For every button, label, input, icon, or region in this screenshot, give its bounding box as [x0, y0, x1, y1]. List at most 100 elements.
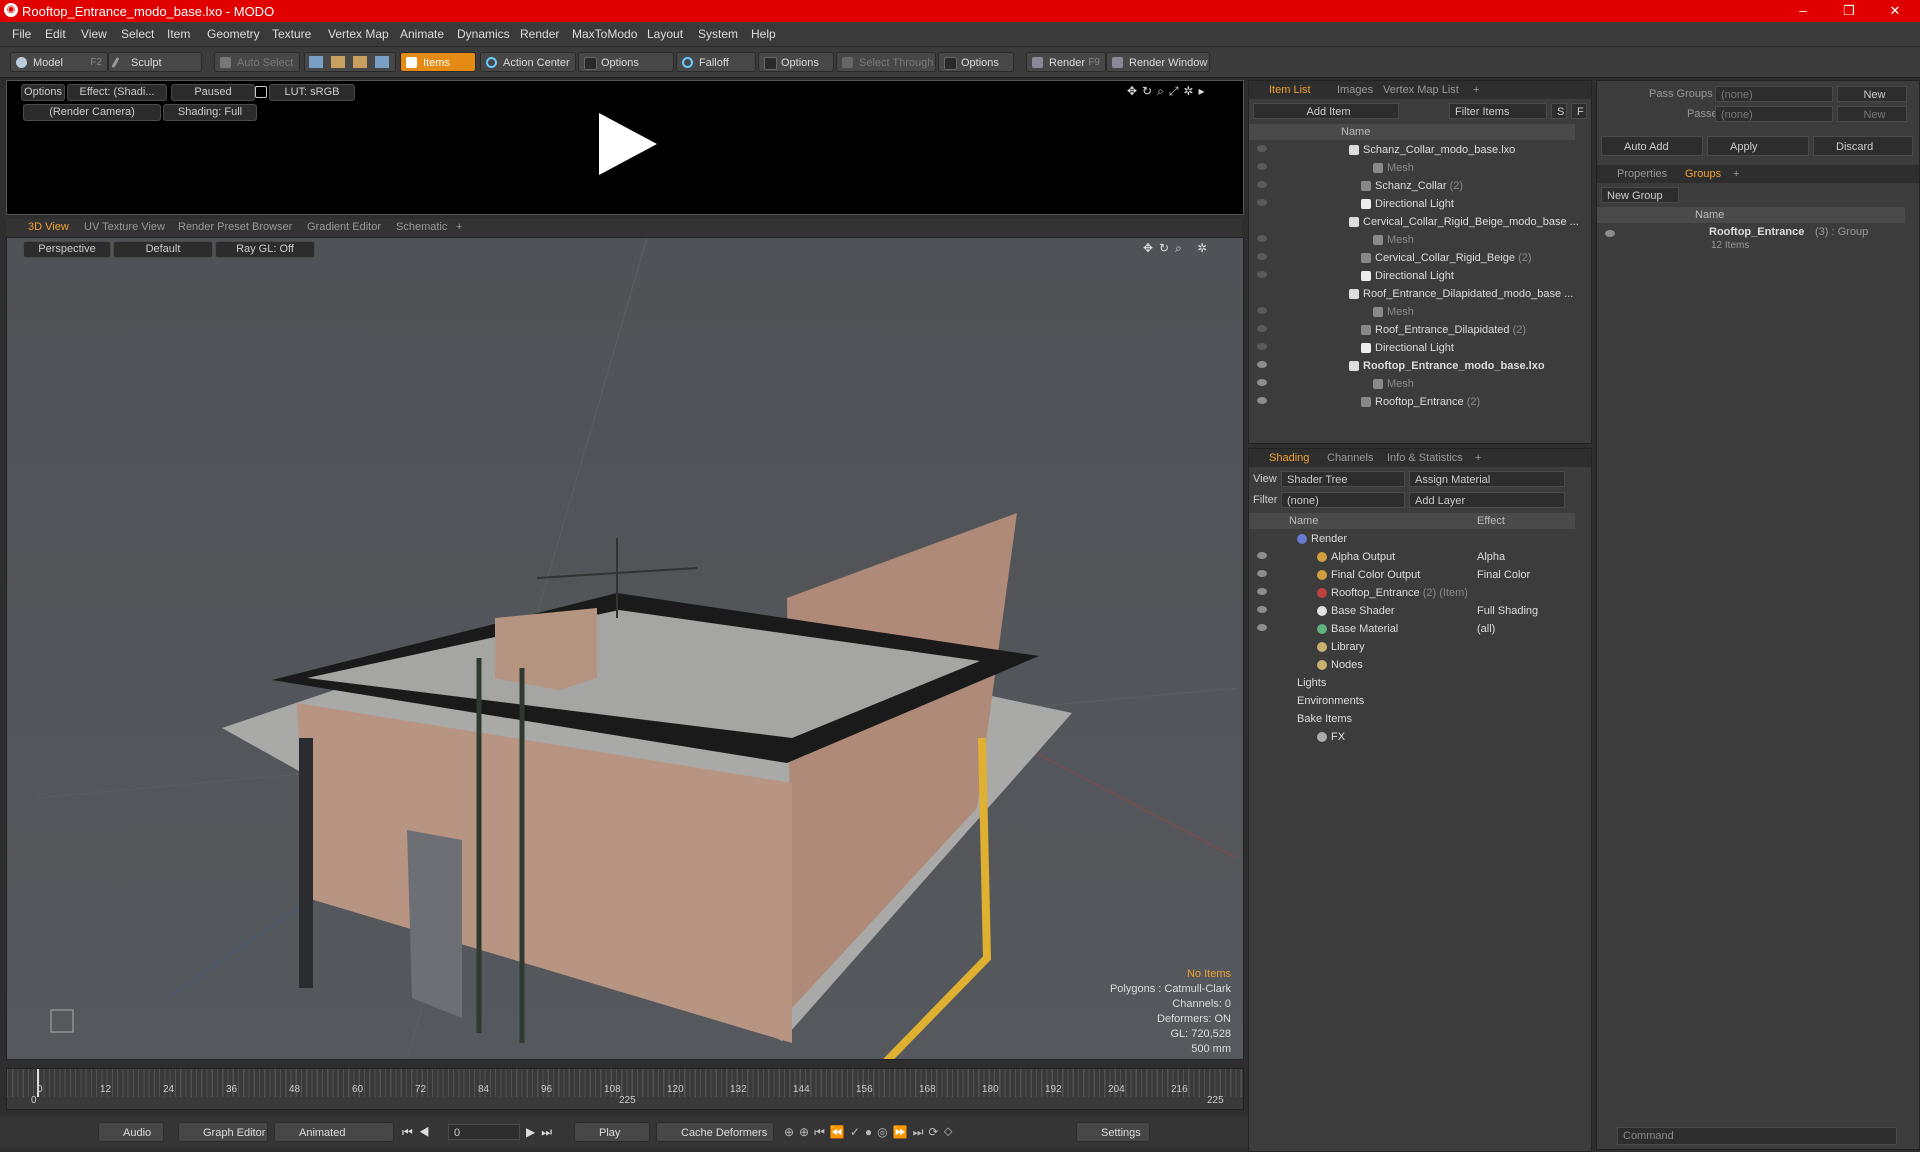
shader-tree-row[interactable]: Lights	[1249, 674, 1575, 692]
shader-tree-row[interactable]: Render	[1249, 530, 1575, 548]
rewind-controls[interactable]: ⏮◀	[402, 1125, 436, 1140]
action-center-button[interactable]: Action Center	[480, 52, 576, 72]
lut-dropdown[interactable]: LUT: sRGB	[269, 84, 355, 101]
visibility-eye-icon[interactable]	[1257, 253, 1267, 260]
item-list-row[interactable]: Cervical_Collar_Rigid_Beige_modo_base ..…	[1249, 213, 1579, 231]
shader-tree-row[interactable]: Environments	[1249, 692, 1575, 710]
effect-value[interactable]: (all)	[1477, 623, 1495, 635]
shader-tree-row[interactable]: Bake Items	[1249, 710, 1575, 728]
item-list-row[interactable]: Mesh	[1249, 231, 1575, 249]
add-layer-dropdown[interactable]: Add Layer	[1409, 492, 1565, 508]
shader-tree-row[interactable]: Rooftop_Entrance (2) (Item)	[1249, 584, 1575, 602]
new-pass-button[interactable]: New	[1837, 106, 1907, 122]
forward-controls[interactable]: ▶⏭	[526, 1125, 558, 1140]
visibility-eye-icon[interactable]	[1257, 181, 1267, 188]
sculpt-mode-button[interactable]: Sculpt	[108, 52, 202, 72]
close-button[interactable]: ✕	[1872, 0, 1918, 22]
tab-properties[interactable]: Properties	[1617, 168, 1667, 180]
falloff-button[interactable]: Falloff	[676, 52, 756, 72]
render-window-button[interactable]: Render Window	[1106, 52, 1210, 72]
visibility-eye-icon[interactable]	[1257, 606, 1267, 613]
shader-tree-row[interactable]: Final Color Output Final Color	[1249, 566, 1575, 584]
timeline[interactable]: 0 12 24 36 48 60 72 84 96 108 120 132 144 156 168 180 19…	[6, 1068, 1244, 1110]
menu-render[interactable]: Render	[520, 27, 559, 41]
item-list-row[interactable]: Roof_Entrance_Dilapidated_modo_base ...	[1249, 285, 1575, 303]
command-input[interactable]: Command	[1617, 1127, 1897, 1145]
item-list-row[interactable]: Directional Light	[1249, 195, 1575, 213]
tab-item-list[interactable]: Item List	[1269, 84, 1311, 96]
render-options-button[interactable]: Options	[21, 84, 65, 101]
vertices-mode-icon[interactable]	[309, 56, 323, 68]
animated-dropdown[interactable]: Animated	[274, 1122, 394, 1142]
new-pass-group-button[interactable]: New	[1837, 86, 1907, 102]
menu-geometry[interactable]: Geometry	[207, 27, 260, 41]
action-center-options-button[interactable]: Options	[578, 52, 674, 72]
menu-system[interactable]: System	[698, 27, 738, 41]
cache-deformers-button[interactable]: Cache Deformers	[656, 1122, 774, 1142]
shader-tree-row[interactable]: Library	[1249, 638, 1575, 656]
visibility-eye-icon[interactable]	[1257, 163, 1267, 170]
visibility-eye-icon[interactable]	[1257, 307, 1267, 314]
audio-button[interactable]: Audio	[98, 1122, 164, 1142]
shader-tree-row[interactable]: FX	[1249, 728, 1575, 746]
graph-editor-button[interactable]: Graph Editor	[178, 1122, 268, 1142]
tab-3d-view[interactable]: 3D View	[28, 221, 69, 233]
preview-nav-icons[interactable]: ✥↻⌕⤢✲▸	[1127, 84, 1210, 99]
menu-edit[interactable]: Edit	[45, 27, 66, 41]
maximize-button[interactable]: ❐	[1826, 0, 1872, 22]
lock-icon[interactable]	[255, 86, 267, 98]
shader-tree-row[interactable]: Nodes	[1249, 656, 1575, 674]
select-through-options-button[interactable]: Options	[938, 52, 1014, 72]
select-through-button[interactable]: Select Through	[836, 52, 936, 72]
s-toggle[interactable]: S	[1551, 103, 1567, 119]
view-dropdown[interactable]: Shader Tree	[1281, 471, 1405, 487]
items-mode-button[interactable]: Items	[400, 52, 476, 72]
visibility-eye-icon[interactable]	[1605, 230, 1615, 237]
minimize-button[interactable]: –	[1780, 0, 1826, 22]
item-list-row[interactable]: Schanz_Collar (2)	[1249, 177, 1575, 195]
tab-uv-texture-view[interactable]: UV Texture View	[84, 221, 165, 233]
tab-render-preset-browser[interactable]: Render Preset Browser	[178, 221, 292, 233]
visibility-eye-icon[interactable]	[1257, 624, 1267, 631]
shader-tree-row[interactable]: Alpha Output Alpha	[1249, 548, 1575, 566]
visibility-eye-icon[interactable]	[1257, 588, 1267, 595]
add-tab-button[interactable]: +	[1475, 452, 1481, 464]
visibility-eye-icon[interactable]	[1257, 397, 1267, 404]
tab-groups[interactable]: Groups	[1685, 168, 1721, 180]
item-list-row[interactable]: Cervical_Collar_Rigid_Beige (2)	[1249, 249, 1575, 267]
discard-button[interactable]: Discard	[1813, 136, 1913, 156]
menu-vertex-map[interactable]: Vertex Map	[328, 27, 389, 41]
menu-help[interactable]: Help	[751, 27, 776, 41]
new-group-button[interactable]: New Group	[1601, 187, 1679, 203]
tab-shading[interactable]: Shading	[1269, 452, 1309, 464]
settings-button[interactable]: Settings	[1076, 1122, 1150, 1142]
apply-button[interactable]: Apply	[1707, 136, 1809, 156]
tab-images[interactable]: Images	[1337, 84, 1373, 96]
tab-schematic[interactable]: Schematic	[396, 221, 447, 233]
filter-items-input[interactable]: Filter Items	[1449, 103, 1547, 119]
item-list-row[interactable]: Rooftop_Entrance_modo_base.lxo	[1249, 357, 1575, 375]
menu-maxtomodo[interactable]: MaxToModo	[572, 27, 637, 41]
auto-add-button[interactable]: Auto Add	[1601, 136, 1703, 156]
effect-value[interactable]: Final Color	[1477, 569, 1530, 581]
menu-view[interactable]: View	[81, 27, 107, 41]
play-render-icon[interactable]	[591, 109, 661, 179]
add-item-dropdown[interactable]: Add Item	[1253, 103, 1399, 119]
add-tab-button[interactable]: +	[1473, 84, 1479, 96]
play-button[interactable]: Play	[574, 1122, 650, 1142]
tab-channels[interactable]: Channels	[1327, 452, 1373, 464]
menu-animate[interactable]: Animate	[400, 27, 444, 41]
visibility-eye-icon[interactable]	[1257, 379, 1267, 386]
menu-dynamics[interactable]: Dynamics	[457, 27, 510, 41]
item-list-row[interactable]: Mesh	[1249, 159, 1575, 177]
item-list-row[interactable]: Roof_Entrance_Dilapidated (2)	[1249, 321, 1575, 339]
visibility-eye-icon[interactable]	[1257, 145, 1267, 152]
materials-mode-icon[interactable]	[375, 56, 389, 68]
assign-material-button[interactable]: Assign Material	[1409, 471, 1565, 487]
paused-button[interactable]: Paused	[171, 84, 255, 101]
filter-dropdown[interactable]: (none)	[1281, 492, 1405, 508]
visibility-eye-icon[interactable]	[1257, 235, 1267, 242]
visibility-eye-icon[interactable]	[1257, 570, 1267, 577]
f-toggle[interactable]: F	[1571, 103, 1587, 119]
item-list-row[interactable]: Mesh	[1249, 303, 1575, 321]
